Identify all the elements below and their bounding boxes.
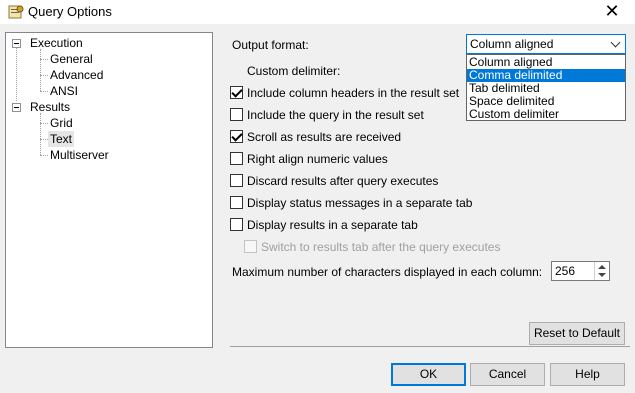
tree-connector [40,49,41,91]
tree-connector [40,123,48,124]
max-chars-value: 256 [555,264,576,278]
output-format-dropdown: Column aligned Comma delimited Tab delim… [466,54,626,121]
tree-item-general[interactable]: General [50,51,93,67]
tree-connector [40,91,48,92]
tree-item-grid[interactable]: Grid [50,115,73,131]
checkbox-checked-icon[interactable] [230,86,243,100]
output-format-label: Output format: [232,38,309,52]
checkbox-icon[interactable] [230,218,243,232]
checkbox-include-column-headers[interactable]: Include column headers in the result set [230,85,459,101]
arrow-up-icon[interactable] [598,265,606,269]
checkbox-status-messages-tab[interactable]: Display status messages in a separate ta… [230,195,472,211]
settings-window-icon [8,5,24,19]
checkbox-right-align-numeric[interactable]: Right align numeric values [230,151,388,167]
tree-item-multiserver[interactable]: Multiserver [50,147,109,163]
close-button[interactable]: ✕ [589,0,635,24]
tree-item-ansi[interactable]: ANSI [50,83,78,99]
dropdown-option[interactable]: Custom delimiter [467,108,625,121]
output-format-select[interactable]: Column aligned [466,34,626,54]
tree-connector [40,113,41,155]
checkbox-include-query[interactable]: Include the query in the result set [230,107,424,123]
cancel-button[interactable]: Cancel [470,363,545,386]
checkbox-icon[interactable] [230,152,243,166]
output-format-value: Column aligned [470,37,554,51]
max-chars-label: Maximum number of characters displayed i… [232,265,543,279]
spinner-buttons[interactable] [594,262,609,280]
tree-item-execution[interactable]: Execution [30,35,83,51]
tree-connector [40,75,48,76]
close-icon: ✕ [604,1,620,21]
custom-delimiter-label: Custom delimiter: [247,64,341,78]
checkbox-switch-to-results-tab: Switch to results tab after the query ex… [244,239,500,255]
checkbox-results-separate-tab[interactable]: Display results in a separate tab [230,217,418,233]
tree-item-advanced[interactable]: Advanced [50,67,103,83]
checkbox-disabled-icon [244,240,257,254]
window-title: Query Options [28,4,112,19]
checkbox-icon[interactable] [230,108,243,122]
chevron-down-icon [610,37,621,48]
tree-connector [40,59,48,60]
tree-connector [40,139,48,140]
tree-item-results[interactable]: Results [30,99,70,115]
ok-button[interactable]: OK [391,363,466,386]
reset-to-default-button[interactable]: Reset to Default [529,322,625,345]
arrow-down-icon[interactable] [598,273,606,277]
checkbox-checked-icon[interactable] [230,130,243,144]
checkbox-icon[interactable] [230,174,243,188]
max-chars-stepper[interactable]: 256 [551,261,610,281]
options-tree[interactable]: Execution General Advanced ANSI Results … [5,32,213,348]
tree-item-text[interactable]: Text [48,131,75,147]
checkbox-scroll-results[interactable]: Scroll as results are received [230,129,401,145]
collapse-icon[interactable] [12,103,21,112]
title-bar: Query Options ✕ [0,0,635,24]
tree-connector [16,47,17,101]
checkbox-discard-results[interactable]: Discard results after query executes [230,173,438,189]
help-button[interactable]: Help [550,363,625,386]
divider [230,346,630,347]
checkbox-icon[interactable] [230,196,243,210]
tree-connector [40,155,48,156]
collapse-icon[interactable] [12,39,21,48]
